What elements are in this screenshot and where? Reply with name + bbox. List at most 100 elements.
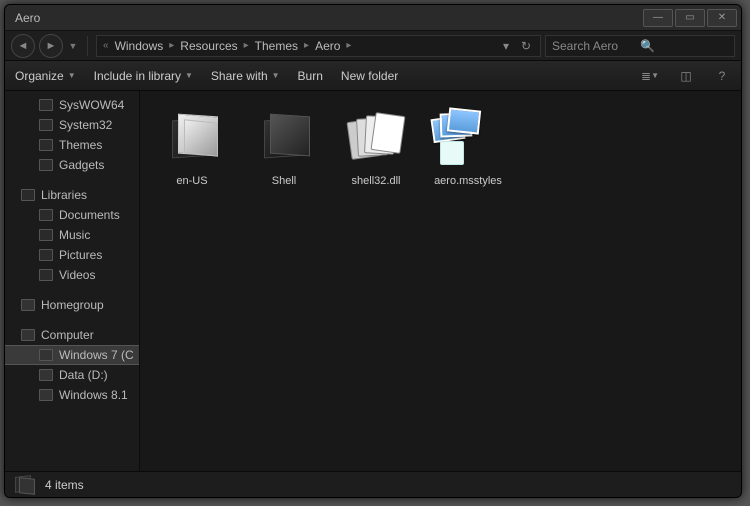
new-folder-button[interactable]: New folder: [341, 69, 398, 83]
explorer-window: Aero — ▭ ✕ ◄ ► ▼ « Windows ▸ Resources ▸…: [4, 4, 742, 498]
minimize-button[interactable]: —: [643, 9, 673, 27]
file-item-aero-msstyles[interactable]: aero.msstyles: [422, 101, 514, 211]
tree-item-drive-c[interactable]: Windows 7 (C: [5, 345, 139, 365]
crumb-themes[interactable]: Themes: [251, 36, 302, 56]
tree-label: SysWOW64: [59, 98, 124, 112]
tree-label: Homegroup: [41, 298, 104, 312]
chevron-right-icon[interactable]: «: [101, 40, 111, 51]
toolbar-label: Share with: [211, 69, 268, 83]
organize-menu[interactable]: Organize▼: [15, 69, 76, 83]
crumb-aero[interactable]: Aero: [311, 36, 344, 56]
chevron-down-icon: ▼: [185, 71, 193, 80]
tree-item-documents[interactable]: Documents: [5, 205, 139, 225]
view-options-button[interactable]: ≣ ▼: [641, 68, 659, 84]
tree-item-drive-d[interactable]: Data (D:): [5, 365, 139, 385]
tree-label: Libraries: [41, 188, 87, 202]
dll-icon: [344, 105, 408, 169]
refresh-icon[interactable]: ↻: [516, 39, 536, 53]
separator: [87, 36, 88, 56]
tree-header-homegroup[interactable]: Homegroup: [5, 295, 139, 315]
folder-icon: [39, 119, 53, 131]
chevron-right-icon[interactable]: ▸: [344, 40, 353, 51]
search-placeholder: Search Aero: [552, 39, 640, 53]
tree-label: Themes: [59, 138, 102, 152]
libraries-icon: [21, 189, 35, 201]
homegroup-icon: [21, 299, 35, 311]
file-item-shell[interactable]: Shell: [238, 101, 330, 211]
history-dropdown[interactable]: ▼: [67, 41, 79, 51]
file-label: Shell: [272, 175, 296, 188]
tree-label: Computer: [41, 328, 94, 342]
folder-icon: [39, 99, 53, 111]
share-with-menu[interactable]: Share with ▼: [211, 69, 280, 83]
explorer-body: SysWOW64 System32 Themes Gadgets Librari…: [5, 91, 741, 471]
back-button[interactable]: ◄: [11, 34, 35, 58]
folder-icon: [39, 139, 53, 151]
file-label: aero.msstyles: [434, 175, 502, 188]
window-controls: — ▭ ✕: [641, 9, 737, 27]
file-label: shell32.dll: [352, 175, 401, 188]
tree-label: Gadgets: [59, 158, 104, 172]
chevron-right-icon[interactable]: ▸: [302, 40, 311, 51]
tree-item-gadgets[interactable]: Gadgets: [5, 155, 139, 175]
tree-header-computer[interactable]: Computer: [5, 325, 139, 345]
folder-icon: [39, 159, 53, 171]
breadcrumb[interactable]: « Windows ▸ Resources ▸ Themes ▸ Aero ▸ …: [96, 35, 541, 57]
crumb-label: Themes: [255, 39, 298, 53]
search-input[interactable]: Search Aero 🔍: [545, 35, 735, 57]
library-icon: [39, 269, 53, 281]
tree-label: System32: [59, 118, 112, 132]
crumb-windows[interactable]: Windows: [111, 36, 168, 56]
help-button[interactable]: ?: [713, 68, 731, 84]
toolbar-label: New folder: [341, 69, 398, 83]
window-title: Aero: [9, 11, 641, 25]
close-button[interactable]: ✕: [707, 9, 737, 27]
library-icon: [39, 249, 53, 261]
crumb-label: Windows: [115, 39, 164, 53]
chevron-down-icon: ▼: [651, 71, 659, 80]
maximize-button[interactable]: ▭: [675, 9, 705, 27]
chevron-down-icon: ▼: [68, 71, 76, 80]
chevron-down-icon: ▼: [272, 71, 280, 80]
forward-button[interactable]: ►: [39, 34, 63, 58]
msstyles-icon: [436, 105, 500, 169]
library-icon: [39, 229, 53, 241]
burn-button[interactable]: Burn: [298, 69, 323, 83]
tree-item-syswow64[interactable]: SysWOW64: [5, 95, 139, 115]
command-bar: Organize▼ Include in library ▼ Share with…: [5, 61, 741, 91]
item-count: 4 items: [45, 478, 84, 492]
tree-label: Music: [59, 228, 90, 242]
tree-item-videos[interactable]: Videos: [5, 265, 139, 285]
file-label: en-US: [176, 175, 207, 188]
tree-item-windows81[interactable]: Windows 8.1: [5, 385, 139, 405]
tree-item-pictures[interactable]: Pictures: [5, 245, 139, 265]
drive-icon: [39, 349, 53, 361]
details-pane: 4 items: [5, 471, 741, 497]
toolbar-label: Burn: [298, 69, 323, 83]
toolbar-label: Include in library: [94, 69, 181, 83]
crumb-resources[interactable]: Resources: [176, 36, 241, 56]
chevron-right-icon[interactable]: ▸: [167, 40, 176, 51]
include-library-menu[interactable]: Include in library ▼: [94, 69, 193, 83]
tree-label: Videos: [59, 268, 95, 282]
location-dropdown-icon[interactable]: ▾: [496, 39, 516, 53]
file-item-shell32-dll[interactable]: shell32.dll: [330, 101, 422, 211]
tree-header-libraries[interactable]: Libraries: [5, 185, 139, 205]
crumb-label: Resources: [180, 39, 237, 53]
tree-label: Pictures: [59, 248, 102, 262]
tree-label: Data (D:): [59, 368, 108, 382]
file-item-en-us[interactable]: en-US: [146, 101, 238, 211]
navigation-pane[interactable]: SysWOW64 System32 Themes Gadgets Librari…: [5, 91, 140, 471]
tree-item-themes[interactable]: Themes: [5, 135, 139, 155]
preview-pane-button[interactable]: ◫: [677, 68, 695, 84]
items-view[interactable]: en-US Shell shell32.dll aero.msstyles: [140, 91, 741, 471]
titlebar: Aero — ▭ ✕: [5, 5, 741, 31]
search-icon: 🔍: [640, 39, 728, 53]
tree-label: Documents: [59, 208, 120, 222]
drive-icon: [39, 369, 53, 381]
tree-item-music[interactable]: Music: [5, 225, 139, 245]
crumb-label: Aero: [315, 39, 340, 53]
tree-item-system32[interactable]: System32: [5, 115, 139, 135]
chevron-right-icon[interactable]: ▸: [242, 40, 251, 51]
computer-icon: [21, 329, 35, 341]
